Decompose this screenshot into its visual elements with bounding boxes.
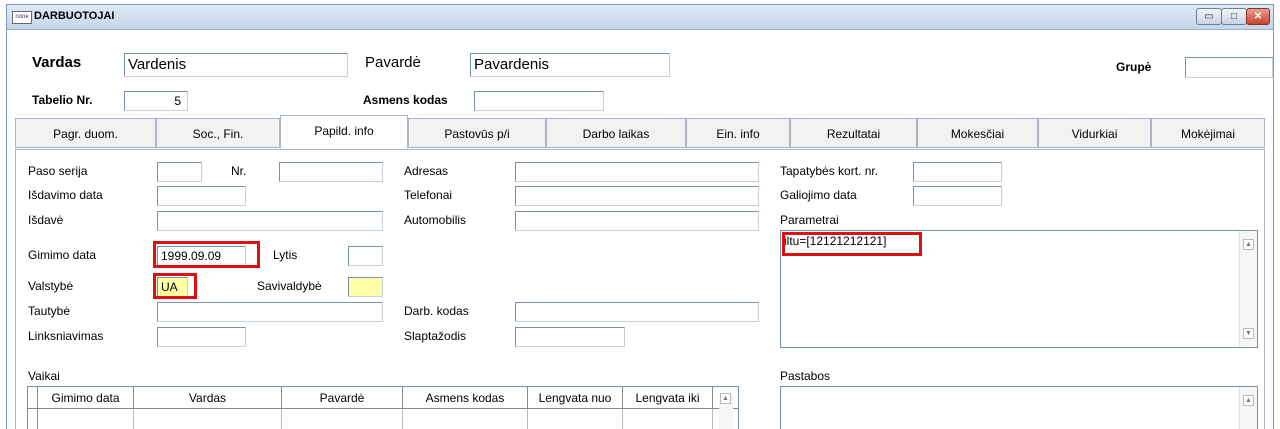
table-cell[interactable] [623,409,713,429]
scroll-up-arrow-icon[interactable]: ▲ [1243,239,1254,250]
passport-number-field[interactable] [279,162,383,182]
tab-rezultatai[interactable]: Rezultatai [790,118,917,148]
window-title: DARBUOTOJAI [34,10,115,22]
id-card-field[interactable] [913,162,1002,182]
close-button[interactable]: ✕ [1246,8,1270,25]
children-table[interactable]: Gimimo data Vardas Pavardė Asmens kodas … [27,386,739,429]
notes-label: Pastabos [780,369,831,383]
issued-by-label: Išdavė [28,213,64,227]
last-name-field[interactable]: Pavardenis [470,53,670,77]
address-label: Adresas [404,164,449,178]
table-cell[interactable] [528,409,623,429]
passport-series-field[interactable] [157,162,202,182]
tab-mokejimai[interactable]: Mokėjimai [1151,118,1265,148]
password-field[interactable] [515,327,625,347]
issued-by-field[interactable] [157,211,383,231]
minimize-button[interactable]: ▭ [1196,8,1222,25]
gender-label: Lytis [273,248,298,262]
work-code-field[interactable] [515,302,759,322]
employees-window: none DARBUOTOJAI ▭ □ ✕ Vardas Vardenis P… [6,4,1274,429]
municipality-label: Savivaldybė [257,279,322,293]
title-bar[interactable]: none DARBUOTOJAI ▭ □ ✕ [7,5,1273,30]
tab-papild-info[interactable]: Papild. info [280,115,408,149]
gender-field[interactable] [348,246,383,266]
phones-field[interactable] [515,186,759,206]
app-icon: none [12,11,32,24]
address-field[interactable] [515,162,759,182]
children-label: Vaikai [28,369,60,383]
nationality-field[interactable] [157,302,383,322]
table-cell[interactable] [403,409,528,429]
children-col-last-name[interactable]: Pavardė [282,387,403,409]
birth-date-highlight [153,241,260,268]
tab-strip: Pagr. duom. Soc., Fin. Papild. info Past… [15,115,1265,150]
country-label: Valstybė [28,279,74,293]
first-name-field[interactable]: Vardenis [124,53,348,77]
country-highlight [153,273,197,299]
last-name-label: Pavardė [365,54,421,71]
personal-code-field[interactable] [474,91,604,111]
children-col-benefit-from[interactable]: Lengvata nuo [528,387,623,409]
id-card-label: Tapatybės kort. nr. [780,164,879,178]
parameters-scrollbar[interactable]: ▲ ▼ [1239,231,1257,347]
timesheet-number-field[interactable]: 5 [124,91,188,111]
password-label: Slaptažodis [404,329,467,343]
passport-series-label: Paso serija [28,164,88,178]
work-code-label: Darb. kodas [404,304,469,318]
scroll-down-arrow-icon[interactable]: ▼ [1243,328,1254,339]
municipality-field[interactable] [348,277,383,297]
valid-until-field[interactable] [913,186,1002,206]
group-field[interactable] [1185,57,1273,78]
declension-label: Linksniavimas [28,329,104,343]
children-col-personal-code[interactable]: Asmens kodas [403,387,528,409]
tab-pastovus-pi[interactable]: Pastovūs p/i [408,118,546,148]
group-label: Grupė [1116,60,1152,74]
tab-ein-info[interactable]: Ein. info [686,118,790,148]
first-name-label: Vardas [32,54,82,71]
tab-mokesciai[interactable]: Mokesčiai [917,118,1038,148]
maximize-button[interactable]: □ [1221,8,1247,25]
table-cell[interactable] [282,409,403,429]
children-table-scrollbar[interactable]: ▲ [719,393,733,429]
tab-darbo-laikas[interactable]: Darbo laikas [546,118,686,148]
children-scroll-up-arrow-icon[interactable]: ▲ [720,393,731,404]
table-cell[interactable] [134,409,282,429]
tab-soc-fin[interactable]: Soc., Fin. [156,118,280,148]
row-selector-header [28,387,38,409]
issue-date-field[interactable] [157,186,246,206]
issue-date-label: Išdavimo data [28,188,103,202]
children-col-benefit-to[interactable]: Lengvata iki [623,387,713,409]
car-field[interactable] [515,211,759,231]
parameters-highlight [782,232,922,256]
valid-until-label: Galiojimo data [780,188,857,202]
timesheet-number-label: Tabelio Nr. [32,93,93,107]
table-row[interactable] [28,409,38,429]
parameters-label: Parametrai [780,213,839,227]
declension-field[interactable] [157,327,246,347]
notes-scrollbar[interactable]: ▲ [1239,387,1257,429]
notes-textarea[interactable]: ▲ [780,386,1258,429]
personal-code-label: Asmens kodas [363,93,448,107]
children-col-birth-date[interactable]: Gimimo data [38,387,134,409]
phones-label: Telefonai [404,188,453,202]
nationality-label: Tautybė [28,304,71,318]
notes-scroll-up-arrow-icon[interactable]: ▲ [1243,395,1254,406]
table-cell[interactable] [38,409,134,429]
passport-number-label: Nr. [231,164,247,178]
tab-pagr-duom[interactable]: Pagr. duom. [15,118,156,148]
car-label: Automobilis [404,213,467,227]
birth-date-label: Gimimo data [28,248,97,262]
tab-vidurkiai[interactable]: Vidurkiai [1038,118,1151,148]
children-col-first-name[interactable]: Vardas [134,387,282,409]
